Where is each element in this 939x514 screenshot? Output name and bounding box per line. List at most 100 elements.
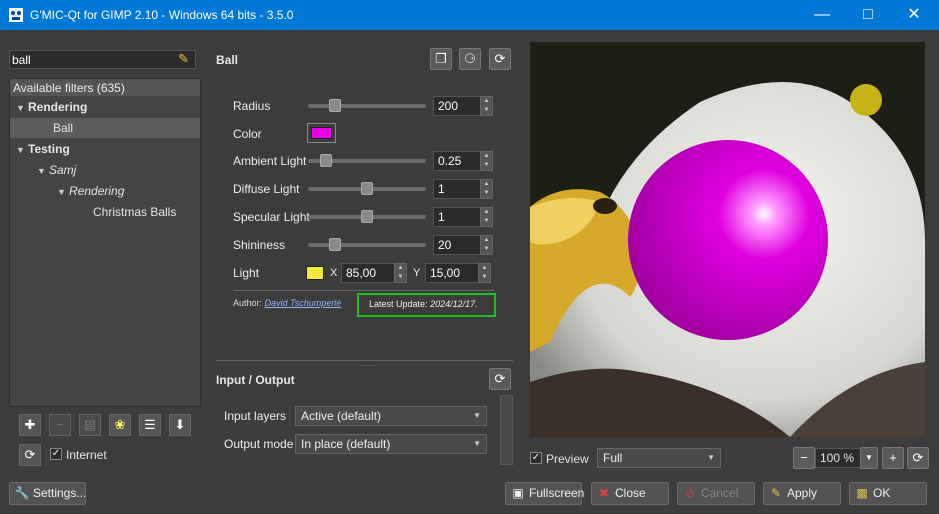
latest-update-label: Latest Update: — [369, 299, 428, 309]
tree-header: Available filters (635) — [10, 79, 200, 96]
visibility-list-icon[interactable]: ☰ — [139, 414, 161, 436]
filter-search-input[interactable] — [9, 50, 196, 69]
chevron-down-icon: ▼ — [473, 439, 481, 448]
radius-spin-arrows[interactable]: ▲ ▼ — [480, 96, 493, 116]
ambient-light-value[interactable]: 0.25 — [433, 151, 481, 171]
download-icon[interactable]: ⬇ — [169, 414, 191, 436]
chevron-down-icon: ▼ — [473, 411, 481, 420]
light-color-swatch[interactable] — [306, 266, 324, 280]
tree-item-rendering-samj[interactable]: ▼ Rendering — [10, 181, 200, 201]
output-mode-label: Output mode — [224, 437, 294, 451]
shininess-spin-arrows[interactable]: ▲ ▼ — [480, 235, 493, 255]
chevron-down-icon: ▼ — [707, 453, 715, 462]
shininess-slider[interactable] — [308, 243, 426, 247]
shininess-label: Shininess — [233, 238, 286, 252]
light-y-label: Y — [413, 267, 421, 279]
splitter-grip-icon[interactable]: ...... — [359, 361, 377, 368]
cancel-icon: ⊘ — [684, 486, 696, 500]
radius-value[interactable]: 200 — [433, 96, 481, 116]
filter-tree[interactable]: Available filters (635) ▼ Rendering Ball … — [9, 78, 201, 407]
zoom-reset-icon[interactable]: ⟳ — [907, 447, 929, 469]
tree-item-samj[interactable]: ▼ Samj — [10, 160, 200, 180]
specular-light-label: Specular Light — [233, 210, 310, 224]
tree-item-ball[interactable]: Ball — [10, 118, 200, 138]
zoom-level[interactable]: 100 % — [815, 448, 865, 468]
specular-light-slider-handle[interactable] — [361, 210, 373, 223]
light-x-spin-arrows[interactable]: ▲ ▼ — [394, 263, 407, 283]
internet-label: Internet — [66, 448, 107, 462]
latest-update-highlight: Latest Update: 2024/12/17. — [357, 293, 496, 317]
color-swatch-button[interactable] — [307, 123, 336, 143]
specular-light-value[interactable]: 1 — [433, 207, 481, 227]
tree-item-christmas-balls[interactable]: Christmas Balls — [10, 202, 200, 222]
diffuse-light-spin-arrows[interactable]: ▲ ▼ — [480, 179, 493, 199]
settings-button[interactable]: 🔧 Settings... — [9, 482, 86, 505]
io-scrollbar[interactable] — [500, 395, 513, 465]
diffuse-light-label: Diffuse Light — [233, 182, 300, 196]
tree-item-rendering[interactable]: ▼ Rendering — [10, 97, 200, 117]
eagle-preview-illustration — [530, 42, 925, 437]
diffuse-light-slider-handle[interactable] — [361, 182, 373, 195]
light-y-value[interactable]: 15,00 — [425, 263, 479, 283]
light-y-spin-arrows[interactable]: ▲ ▼ — [478, 263, 491, 283]
zoom-in-icon[interactable]: + — [882, 447, 904, 469]
close-icon[interactable]: ✕ — [891, 0, 937, 30]
reset-icon[interactable]: ⟳ — [489, 48, 511, 70]
io-reset-icon[interactable]: ⟳ — [489, 368, 511, 390]
input-layers-select[interactable]: Active (default) ▼ — [295, 406, 487, 426]
close-x-icon: ✖ — [598, 486, 610, 500]
cancel-button[interactable]: ⊘ Cancel — [677, 482, 755, 505]
preview-split-select[interactable]: Full ▼ — [597, 448, 721, 468]
shininess-value[interactable]: 20 — [433, 235, 481, 255]
copy-to-clipboard-icon[interactable]: ❐ — [430, 48, 452, 70]
zoom-out-icon[interactable]: − — [793, 447, 815, 469]
zoom-dropdown-icon[interactable]: ▼ — [860, 447, 878, 469]
ok-button[interactable]: ▩ OK — [849, 482, 927, 505]
refresh-icon[interactable]: ⟳ — [19, 444, 41, 466]
ambient-light-spin-arrows[interactable]: ▲ ▼ — [480, 151, 493, 171]
remove-fave-icon[interactable]: − — [49, 414, 71, 436]
gmic-app-icon — [9, 8, 23, 22]
light-label: Light — [233, 266, 260, 280]
maximize-icon[interactable]: □ — [845, 0, 891, 30]
expand-arrow-icon[interactable]: ▼ — [16, 98, 28, 118]
fullscreen-icon: ▣ — [512, 486, 524, 500]
close-button[interactable]: ✖ Close — [591, 482, 669, 505]
diffuse-light-value[interactable]: 1 — [433, 179, 481, 199]
specular-light-spin-arrows[interactable]: ▲ ▼ — [480, 207, 493, 227]
params-divider — [233, 290, 494, 291]
wrench-icon: 🔧 — [14, 486, 30, 500]
radius-label: Radius — [233, 99, 271, 113]
preview-image[interactable] — [530, 42, 925, 437]
fullscreen-button[interactable]: ▣ Fullscreen — [505, 482, 584, 505]
apply-button[interactable]: ✎ Apply — [763, 482, 841, 505]
latest-update-date: 2024/12/17. — [430, 299, 478, 309]
ambient-light-label: Ambient Light — [233, 154, 307, 168]
rename-fave-icon[interactable]: ▤ — [79, 414, 101, 436]
add-fave-icon[interactable]: ✚ — [19, 414, 41, 436]
apply-icon: ✎ — [770, 486, 782, 500]
expand-arrow-icon[interactable]: ▼ — [16, 140, 28, 160]
tree-item-testing[interactable]: ▼ Testing — [10, 139, 200, 159]
color-swatch-fill — [311, 127, 332, 139]
ambient-light-slider-handle[interactable] — [320, 154, 332, 167]
light-x-label: X — [330, 267, 338, 279]
expand-arrow-icon[interactable]: ▼ — [57, 182, 69, 202]
title-bar: G'MIC-Qt for GIMP 2.10 - Windows 64 bits… — [0, 0, 939, 30]
color-wheel-icon[interactable]: ❀ — [109, 414, 131, 436]
author-link[interactable]: David Tschumperlé — [265, 298, 342, 308]
shininess-slider-handle[interactable] — [329, 238, 341, 251]
ok-icon: ▩ — [856, 486, 868, 500]
filter-name: Ball — [216, 53, 239, 67]
preview-checkbox[interactable]: ✓ — [530, 452, 542, 464]
radius-slider-handle[interactable] — [329, 99, 341, 112]
minimize-icon[interactable]: — — [799, 0, 845, 30]
randomize-icon[interactable]: ⚆ — [459, 48, 481, 70]
radius-slider[interactable] — [308, 104, 426, 108]
expand-arrow-icon[interactable]: ▼ — [37, 161, 49, 181]
internet-checkbox[interactable]: ✓ — [50, 448, 62, 460]
output-mode-select[interactable]: In place (default) ▼ — [295, 434, 487, 454]
light-x-value[interactable]: 85,00 — [341, 263, 395, 283]
broom-icon[interactable]: ✎ — [178, 51, 189, 67]
author-line: Author: David Tschumperlé — [233, 298, 342, 308]
